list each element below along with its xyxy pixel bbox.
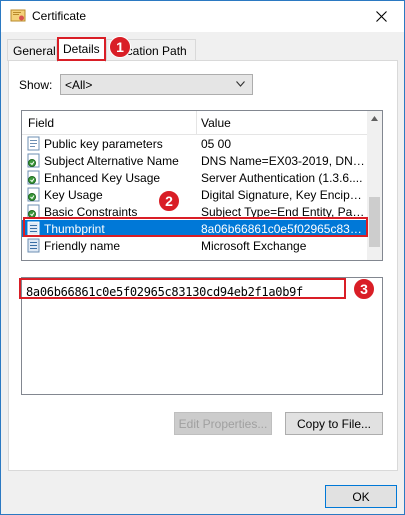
list-header: Field Value [22, 111, 368, 135]
field-value-box[interactable]: 8a06b66861c0e5f02965c83130cd94eb2f1a0b9f [21, 277, 383, 395]
close-icon [375, 11, 387, 22]
list-item[interactable]: Key Usage Digital Signature, Key Enciphe… [22, 186, 368, 203]
certificate-icon [10, 9, 26, 22]
certificate-extension-icon [27, 170, 40, 185]
certificate-property-icon [27, 238, 40, 253]
certificate-dialog: Certificate General Details ication Path… [0, 0, 405, 515]
list-item[interactable]: Enhanced Key Usage Server Authentication… [22, 169, 368, 186]
scroll-up-icon[interactable] [371, 116, 378, 121]
list-item[interactable]: Public key parameters 05 00 [22, 135, 368, 152]
tab-general[interactable]: General [7, 39, 57, 61]
show-select[interactable]: <All> [60, 74, 253, 95]
certificate-field-icon [27, 136, 40, 151]
certificate-extension-icon [27, 153, 40, 168]
thumbprint-value[interactable]: 8a06b66861c0e5f02965c83130cd94eb2f1a0b9f [26, 285, 303, 299]
list-item[interactable]: Basic Constraints Subject Type=End Entit… [22, 203, 368, 220]
tab-strip: General Details ication Path [1, 37, 404, 62]
tab-details[interactable]: Details [57, 37, 106, 62]
step-marker-1: 1 [109, 36, 131, 58]
list-item[interactable]: Friendly name Microsoft Exchange [22, 237, 368, 254]
step-marker-3: 3 [353, 278, 375, 300]
scrollbar-thumb[interactable] [369, 197, 380, 247]
chevron-down-icon [236, 81, 245, 87]
window-title: Certificate [32, 9, 87, 23]
show-select-value: <All> [65, 78, 93, 92]
fields-list[interactable]: Field Value Public key parameters 05 00 … [21, 110, 383, 261]
certificate-extension-icon [27, 187, 40, 202]
column-header-field[interactable]: Field [28, 116, 54, 130]
list-scrollbar[interactable] [367, 111, 382, 260]
edit-properties-button[interactable]: Edit Properties... [174, 412, 272, 435]
list-item-selected[interactable]: Thumbprint 8a06b66861c0e5f02965c8313... [22, 220, 368, 237]
step-marker-2: 2 [158, 190, 180, 212]
ok-button[interactable]: OK [325, 485, 397, 508]
certificate-property-icon [27, 221, 40, 236]
copy-to-file-button[interactable]: Copy to File... [285, 412, 383, 435]
close-button[interactable] [358, 1, 404, 32]
certificate-extension-icon [27, 204, 40, 219]
title-bar: Certificate [1, 1, 404, 32]
list-item[interactable]: Subject Alternative Name DNS Name=EX03-2… [22, 152, 368, 169]
column-header-value[interactable]: Value [201, 116, 231, 130]
column-separator[interactable] [196, 111, 197, 134]
show-label: Show: [19, 78, 53, 92]
